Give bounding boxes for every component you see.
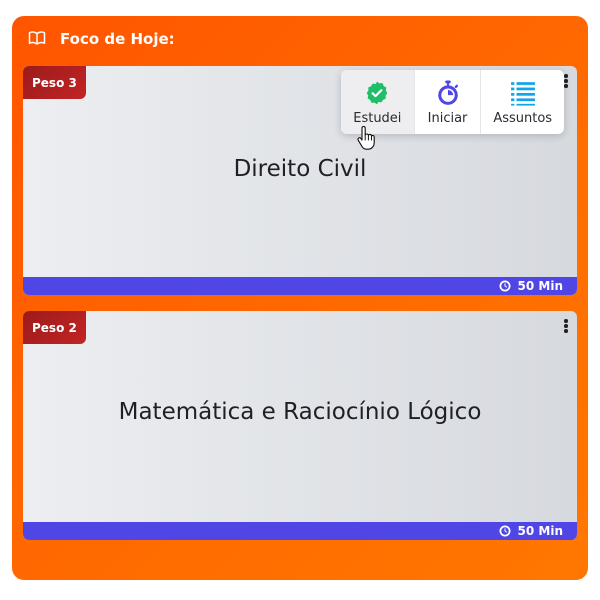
focus-panel: Foco de Hoje: Peso 3 Direito Civil Estud… <box>12 16 588 580</box>
panel-header: Foco de Hoje: <box>12 16 588 62</box>
book-open-icon <box>28 31 46 45</box>
subject-title: Direito Civil <box>233 156 367 182</box>
assuntos-label: Assuntos <box>493 111 553 126</box>
weight-badge: Peso 2 <box>23 311 86 344</box>
panel-title: Foco de Hoje: <box>60 30 175 48</box>
duration-text: 50 Min <box>517 524 563 538</box>
assuntos-button[interactable]: Assuntos <box>480 70 564 134</box>
weight-badge: Peso 3 <box>23 66 86 99</box>
duration-bar: 50 Min <box>23 522 577 540</box>
list-icon <box>510 82 535 106</box>
duration-bar: 50 Min <box>23 277 577 295</box>
clock-icon <box>499 525 511 537</box>
stopwatch-icon <box>437 80 458 105</box>
estudei-label: Estudei <box>353 111 402 126</box>
more-options-icon[interactable] <box>561 317 571 335</box>
card-action-toolbar: Estudei Iniciar Assuntos <box>341 70 564 134</box>
subject-card[interactable]: Peso 2 Matemática e Raciocínio Lógico 50… <box>23 311 577 540</box>
clock-icon <box>499 280 511 292</box>
iniciar-button[interactable]: Iniciar <box>413 70 481 134</box>
duration-text: 50 Min <box>517 279 563 293</box>
check-badge-icon <box>367 81 388 105</box>
iniciar-label: Iniciar <box>427 111 468 126</box>
subject-title: Matemática e Raciocínio Lógico <box>118 399 482 425</box>
subject-card[interactable]: Peso 3 Direito Civil Estudei Iniciar Ass… <box>23 66 577 295</box>
estudei-button[interactable]: Estudei <box>341 70 414 134</box>
